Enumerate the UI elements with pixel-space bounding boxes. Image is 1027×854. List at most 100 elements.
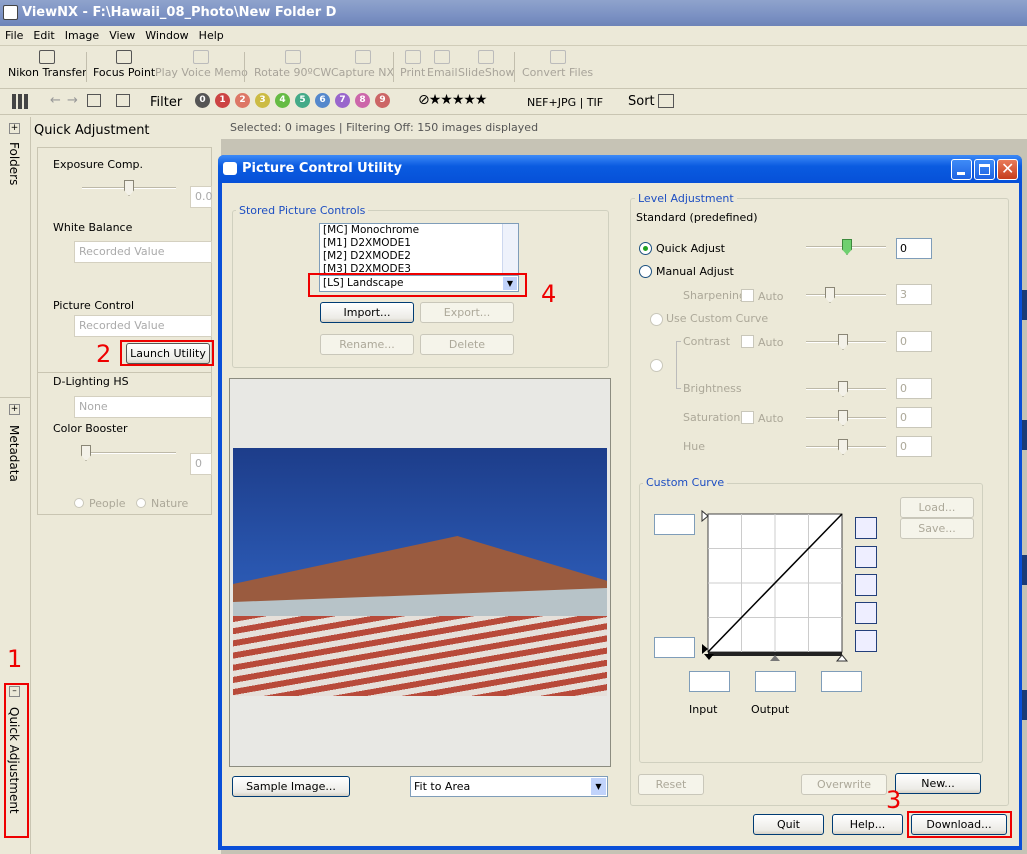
- quit-button[interactable]: Quit: [753, 814, 824, 835]
- play-voice-memo-button[interactable]: Play Voice Memo: [155, 50, 248, 79]
- focus-point-button[interactable]: Focus Point: [93, 50, 155, 79]
- help-button[interactable]: Help...: [832, 814, 903, 835]
- sort-label[interactable]: Sort: [628, 94, 655, 109]
- nikon-transfer-button[interactable]: Nikon Transfer: [8, 50, 87, 79]
- save-button[interactable]: Save...: [900, 518, 974, 539]
- app-title-bar: ViewNX - F:\Hawaii_08_Photo\New Folder D: [0, 0, 1027, 26]
- fit-select[interactable]: Fit to Area ▼: [410, 776, 608, 797]
- play-icon: [193, 50, 210, 64]
- curve-top-value[interactable]: [654, 514, 695, 535]
- rating-filter-7[interactable]: 7: [335, 93, 350, 108]
- hue-value[interactable]: 0: [896, 436, 932, 457]
- up-folder-icon[interactable]: [87, 94, 101, 107]
- print-button[interactable]: Print: [400, 50, 425, 79]
- nature-radio[interactable]: [136, 498, 146, 508]
- eyedropper-gray-icon[interactable]: [855, 602, 877, 624]
- use-custom-curve-radio[interactable]: [650, 313, 663, 326]
- load-button[interactable]: Load...: [900, 497, 974, 518]
- menu-window[interactable]: Window: [140, 26, 193, 42]
- picture-control-label: Picture Control: [53, 299, 135, 312]
- folder-menu-icon[interactable]: [116, 94, 130, 107]
- slideshow-button[interactable]: SlideShow: [458, 50, 515, 79]
- sample-image-button[interactable]: Sample Image...: [232, 776, 350, 797]
- rename-button[interactable]: Rename...: [320, 334, 414, 355]
- metadata-expand-icon[interactable]: +: [9, 404, 20, 415]
- quick-adjust-value[interactable]: 0: [896, 238, 932, 259]
- rating-filter-2[interactable]: 2: [235, 93, 250, 108]
- rating-filter-1[interactable]: 1: [215, 93, 230, 108]
- rating-filter-3[interactable]: 3: [255, 93, 270, 108]
- forward-arrow-icon[interactable]: →: [67, 93, 78, 108]
- menu-image[interactable]: Image: [60, 26, 104, 42]
- menu-help[interactable]: Help: [194, 26, 229, 42]
- rating-filter-4[interactable]: 4: [275, 93, 290, 108]
- star-rating-filter[interactable]: ⊘★★★★★: [418, 92, 487, 108]
- people-radio[interactable]: [74, 498, 84, 508]
- hue-label: Hue: [683, 440, 706, 453]
- folders-expand-icon[interactable]: +: [9, 123, 20, 134]
- gamma-value-field[interactable]: [821, 671, 862, 692]
- list-item[interactable]: [MC] Monochrome: [320, 224, 518, 237]
- rating-filter-9[interactable]: 9: [375, 93, 390, 108]
- curve-bottom-value[interactable]: [654, 637, 695, 658]
- reset-button[interactable]: Reset: [638, 774, 704, 795]
- list-item[interactable]: [M2] D2XMODE2: [320, 250, 518, 263]
- reset-curve-icon[interactable]: [855, 630, 877, 652]
- rating-filter-5[interactable]: 5: [295, 93, 310, 108]
- delete-button[interactable]: Delete: [420, 334, 514, 355]
- capture-nx-button[interactable]: Capture NX: [331, 50, 394, 79]
- rating-filter-0[interactable]: 0: [195, 93, 210, 108]
- list-scrollbar[interactable]: [502, 224, 518, 277]
- menu-file[interactable]: File: [0, 26, 28, 42]
- manual-adjust-radio[interactable]: [639, 265, 652, 278]
- output-value-field[interactable]: [755, 671, 796, 692]
- contrast-value[interactable]: 0: [896, 331, 932, 352]
- color-booster-value-field[interactable]: 0: [190, 453, 212, 475]
- rotate-button[interactable]: Rotate 90ºCW: [254, 50, 331, 79]
- maximize-button[interactable]: [974, 159, 995, 180]
- contrast-label: Contrast: [683, 335, 731, 348]
- sort-order-icon[interactable]: [658, 94, 674, 108]
- email-button[interactable]: Email: [427, 50, 458, 79]
- picture-control-select[interactable]: Recorded Value: [74, 315, 212, 337]
- list-item[interactable]: [M1] D2XMODE1: [320, 237, 518, 250]
- chevron-down-icon[interactable]: ▼: [591, 778, 606, 795]
- folders-tab[interactable]: Folders: [7, 142, 21, 185]
- annotation-number-4: 4: [541, 280, 557, 308]
- white-balance-select[interactable]: Recorded Value: [74, 241, 212, 263]
- input-value-field[interactable]: [689, 671, 730, 692]
- minimize-button[interactable]: [951, 159, 972, 180]
- rating-filter-6[interactable]: 6: [315, 93, 330, 108]
- import-button[interactable]: Import...: [320, 302, 414, 323]
- app-title: ViewNX - F:\Hawaii_08_Photo\New Folder D: [22, 5, 337, 20]
- menu-edit[interactable]: Edit: [28, 26, 59, 42]
- eyedropper-icon[interactable]: [855, 574, 877, 596]
- format-filter[interactable]: NEF+JPG | TIF: [527, 96, 603, 109]
- saturation-auto-checkbox[interactable]: [741, 411, 754, 424]
- curve-graph[interactable]: [700, 508, 850, 663]
- manual-curve-radio[interactable]: [650, 359, 663, 372]
- viewnx-app-icon: [3, 5, 18, 20]
- exposure-value-field[interactable]: 0.0: [190, 186, 213, 208]
- sharpening-value[interactable]: 3: [896, 284, 932, 305]
- rating-filter-8[interactable]: 8: [355, 93, 370, 108]
- sharpening-auto-checkbox[interactable]: [741, 289, 754, 302]
- thumbnail-grid-icon[interactable]: [12, 94, 30, 109]
- quick-adjust-radio[interactable]: [639, 242, 652, 255]
- back-arrow-icon[interactable]: ←: [50, 93, 61, 108]
- exposure-comp-label: Exposure Comp.: [53, 158, 144, 171]
- metadata-tab[interactable]: Metadata: [7, 425, 21, 482]
- new-button[interactable]: New...: [895, 773, 981, 794]
- overwrite-button[interactable]: Overwrite: [801, 774, 887, 795]
- saturation-auto-label: Auto: [758, 412, 784, 425]
- contrast-auto-checkbox[interactable]: [741, 335, 754, 348]
- contrast-preset-icon[interactable]: [855, 546, 877, 568]
- export-button[interactable]: Export...: [420, 302, 514, 323]
- close-button[interactable]: ✕: [997, 159, 1018, 180]
- brightness-value[interactable]: 0: [896, 378, 932, 399]
- saturation-value[interactable]: 0: [896, 407, 932, 428]
- d-lighting-select[interactable]: None: [74, 396, 212, 418]
- convert-files-button[interactable]: Convert Files: [522, 50, 593, 79]
- menu-view[interactable]: View: [104, 26, 140, 42]
- histogram-icon[interactable]: [855, 517, 877, 539]
